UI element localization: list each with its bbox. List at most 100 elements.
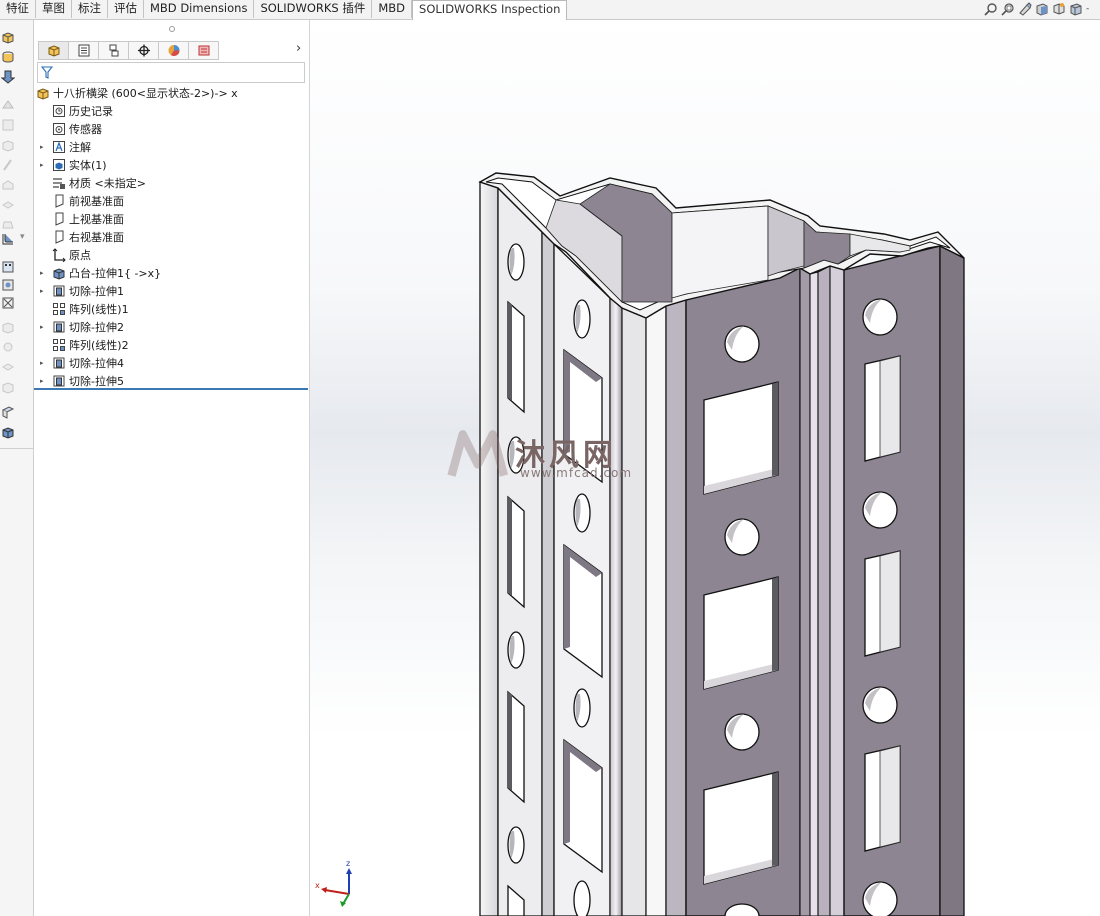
lofted-cut-icon	[1, 218, 15, 232]
feature-command-strip: ▾	[0, 20, 34, 916]
tree-root-part[interactable]: 十八折横梁 (600<显示状态-2>)-> x	[36, 84, 238, 101]
feature-manager-tab[interactable]	[38, 41, 69, 60]
watermark-url: www.mfcad.com	[520, 466, 633, 480]
tab-solidworks-addins[interactable]: SOLIDWORKS 插件	[254, 0, 373, 18]
tab-mbd-dimensions[interactable]: MBD Dimensions	[144, 0, 255, 18]
tree-item-label: 阵列(线性)2	[69, 338, 129, 352]
panel-more-chevron-icon[interactable]: ›	[296, 41, 301, 56]
tree-item-linear-pattern2[interactable]: 阵列(线性)2	[52, 336, 129, 353]
column-model[interactable]	[310, 20, 1100, 916]
feature-tree-filter[interactable]	[37, 62, 305, 83]
rollback-bar[interactable]	[34, 388, 308, 390]
intersect-icon	[1, 360, 15, 374]
view-orientation-icon[interactable]	[1052, 2, 1066, 16]
lofted-boss-icon	[1, 98, 15, 112]
view-dropdown-icon[interactable]: -	[1086, 2, 1094, 16]
linear-pattern-icon[interactable]	[1, 260, 15, 274]
extruded-boss-icon[interactable]	[1, 30, 15, 44]
tree-item-label: 传感器	[69, 122, 102, 136]
shell-icon	[1, 320, 15, 334]
cut-dropdown-icon[interactable]: ▾	[20, 232, 28, 246]
revolved-boss-icon[interactable]	[1, 50, 15, 64]
draft-icon[interactable]	[1, 296, 15, 310]
revolved-cut-icon	[1, 178, 15, 192]
solid-body-icon	[52, 158, 66, 172]
expand-arrow-icon[interactable]: ▸	[40, 269, 44, 277]
expand-arrow-icon[interactable]: ▸	[40, 161, 44, 169]
previous-view-icon[interactable]	[1018, 2, 1032, 16]
panel-tabs	[38, 41, 219, 60]
tree-item-cut-extrude2[interactable]: ▸ 切除-拉伸2	[40, 318, 124, 335]
tab-features[interactable]: 特征	[0, 0, 36, 18]
curves-icon[interactable]	[1, 425, 15, 439]
expand-arrow-icon[interactable]: ▸	[40, 143, 44, 151]
view-triad: z x	[315, 859, 352, 907]
tree-item-cut-extrude1[interactable]: ▸ 切除-拉伸1	[40, 282, 124, 299]
display-style-icon[interactable]	[1069, 2, 1083, 16]
tree-item-annotations[interactable]: ▸ 注解	[40, 138, 91, 155]
tree-item-front-plane[interactable]: 前视基准面	[52, 192, 124, 209]
cut-extrude-icon	[52, 374, 66, 388]
annotation-icon	[52, 140, 66, 154]
tree-item-label: 凸台-拉伸1{ ->x}	[69, 266, 162, 280]
tree-root-label: 十八折横梁 (600<显示状态-2>)-> x	[53, 86, 238, 100]
extruded-cut-icon	[1, 138, 15, 152]
boss-extrude-icon	[52, 266, 66, 280]
wrap-icon	[1, 340, 15, 354]
expand-arrow-icon[interactable]: ▸	[40, 287, 44, 295]
rib-icon[interactable]	[1, 278, 15, 292]
reference-geometry-icon[interactable]	[1, 405, 15, 419]
section-view-icon[interactable]	[1035, 2, 1049, 16]
zoom-area-icon[interactable]	[1001, 2, 1015, 16]
property-manager-tab[interactable]	[69, 41, 99, 60]
strip-divider	[0, 448, 33, 449]
plane-icon	[52, 230, 66, 244]
configuration-manager-tab[interactable]	[99, 41, 129, 60]
tree-item-right-plane[interactable]: 右视基准面	[52, 228, 124, 245]
tab-evaluate[interactable]: 评估	[108, 0, 144, 18]
tree-item-sensors[interactable]: 传感器	[52, 120, 102, 137]
tree-item-label: 上视基准面	[69, 212, 124, 226]
cut-extrude-icon	[52, 284, 66, 298]
tree-item-label: 实体(1)	[69, 158, 107, 172]
command-manager-tabbar: 特征 草图 标注 评估 MBD Dimensions SOLIDWORKS 插件…	[0, 0, 1100, 20]
sensor-icon	[52, 122, 66, 136]
expand-arrow-icon[interactable]: ▸	[40, 377, 44, 385]
zoom-to-fit-icon[interactable]	[984, 2, 998, 16]
tree-item-label: 切除-拉伸1	[69, 284, 124, 298]
expand-arrow-icon[interactable]: ▸	[40, 359, 44, 367]
tree-item-origin[interactable]: 原点	[52, 246, 91, 263]
tree-item-label: 注解	[69, 140, 91, 154]
heads-up-view-toolbar: -	[984, 2, 1094, 16]
tab-mbd[interactable]: MBD	[372, 0, 413, 18]
fillet-icon[interactable]	[1, 232, 15, 246]
tree-item-history[interactable]: 历史记录	[52, 102, 113, 119]
plane-icon	[52, 212, 66, 226]
tree-item-cut-extrude4[interactable]: ▸ 切除-拉伸4	[40, 354, 124, 371]
tree-item-solid-bodies[interactable]: ▸ 实体(1)	[40, 156, 107, 173]
tree-item-label: 历史记录	[69, 104, 113, 118]
cam-tab[interactable]	[189, 41, 219, 60]
tab-markup[interactable]: 标注	[72, 0, 108, 18]
tree-item-linear-pattern1[interactable]: 阵列(线性)1	[52, 300, 129, 317]
boundary-boss-icon	[1, 118, 15, 132]
graphics-area[interactable]: z x	[310, 20, 1100, 916]
display-manager-tab[interactable]	[159, 41, 189, 60]
tree-item-label: 原点	[69, 248, 91, 262]
expand-arrow-icon[interactable]: ▸	[40, 323, 44, 331]
swept-cut-icon	[1, 198, 15, 212]
tree-item-material[interactable]: 材质 <未指定>	[52, 174, 146, 191]
tab-sketch[interactable]: 草图	[36, 0, 72, 18]
part-icon	[36, 86, 50, 100]
tree-item-label: 材质 <未指定>	[69, 176, 146, 190]
tree-item-cut-extrude5[interactable]: ▸ 切除-拉伸5	[40, 372, 124, 389]
tree-item-label: 前视基准面	[69, 194, 124, 208]
dimxpert-tab[interactable]	[129, 41, 159, 60]
tree-item-top-plane[interactable]: 上视基准面	[52, 210, 124, 227]
tab-solidworks-inspection[interactable]: SOLIDWORKS Inspection	[412, 0, 568, 20]
tree-item-boss-extrude1[interactable]: ▸ 凸台-拉伸1{ ->x}	[40, 264, 162, 281]
cut-extrude-icon	[52, 320, 66, 334]
panel-grip[interactable]	[169, 26, 175, 32]
watermark-logo-icon	[447, 430, 509, 477]
swept-boss-icon[interactable]	[0, 70, 16, 84]
